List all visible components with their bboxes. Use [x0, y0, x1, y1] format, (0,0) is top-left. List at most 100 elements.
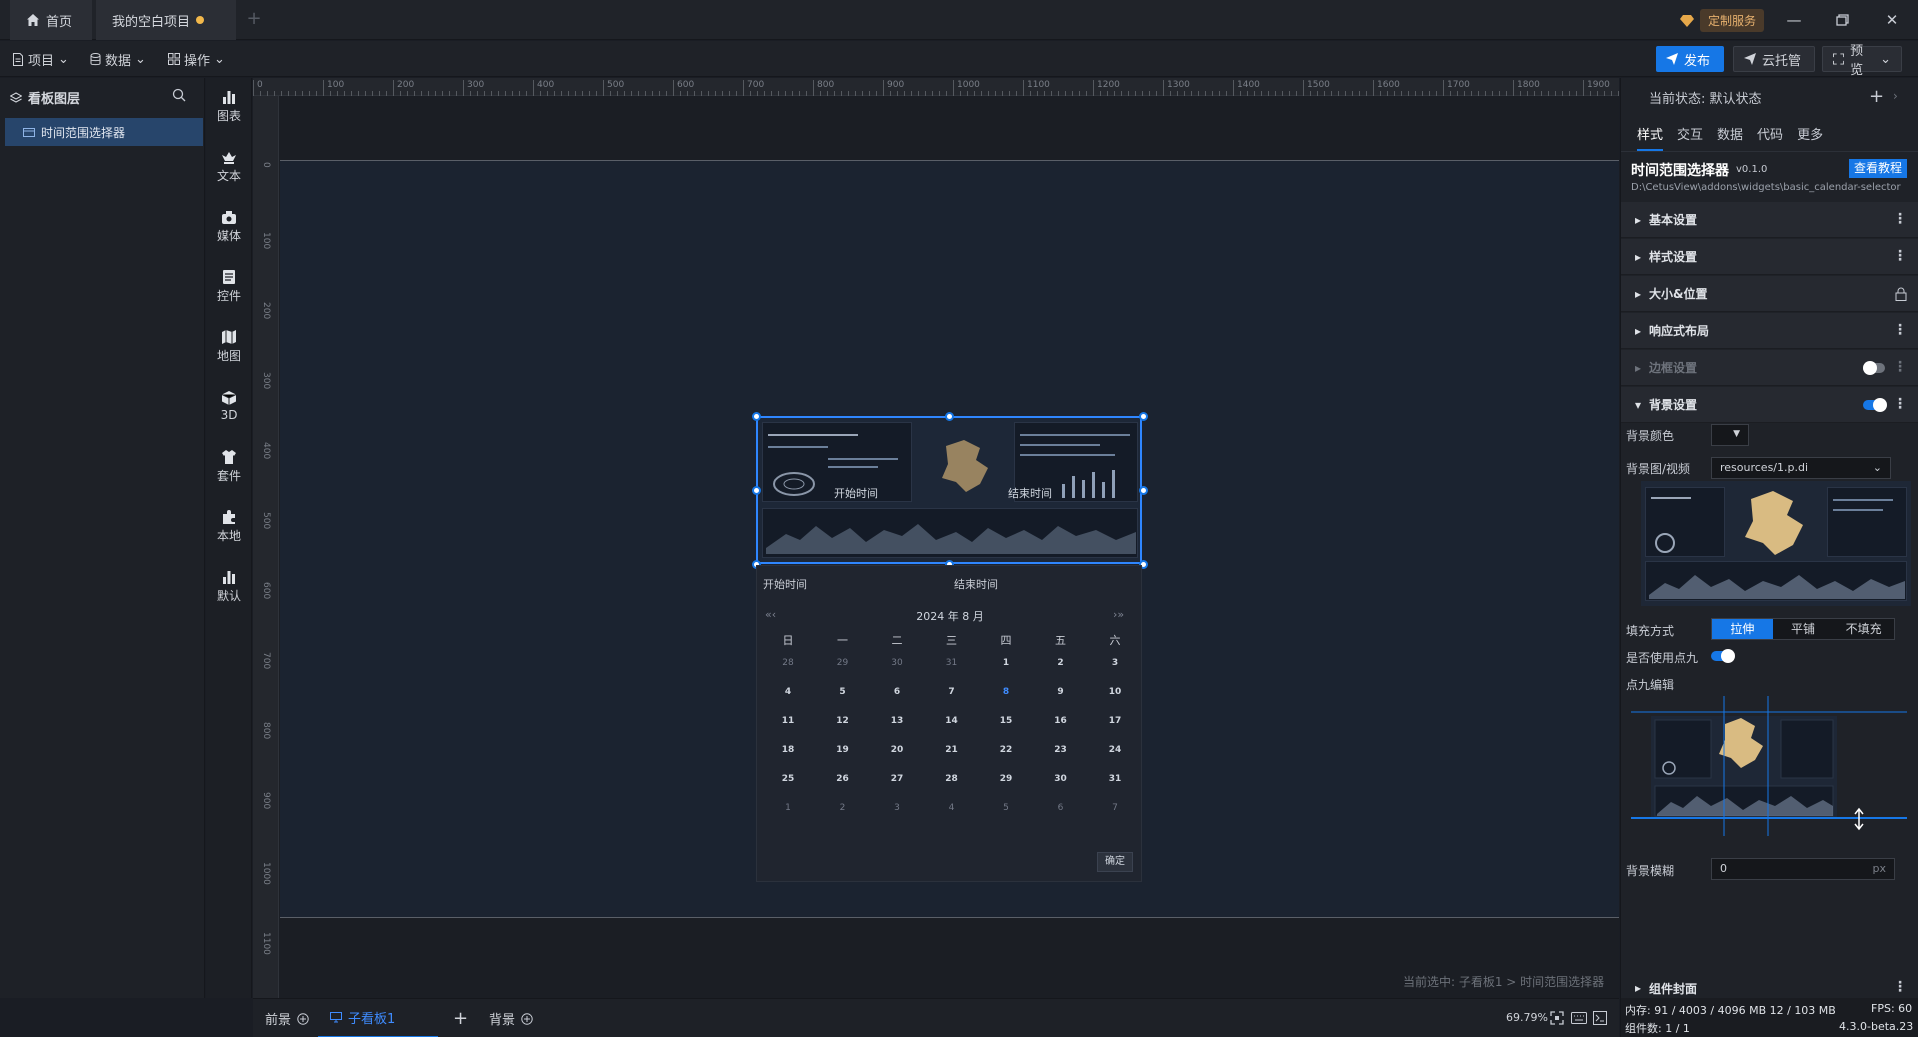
tab-background[interactable]: 背景 — [489, 999, 533, 1037]
calendar-day[interactable]: 15 — [979, 716, 1033, 726]
publish-button[interactable]: 发布 — [1656, 46, 1724, 72]
tab-code[interactable]: 代码 — [1757, 124, 1783, 143]
more-icon[interactable]: ⋮ — [1893, 249, 1907, 263]
more-icon[interactable]: ⋮ — [1893, 360, 1907, 374]
calendar-day[interactable]: 4 — [925, 803, 979, 813]
bg-image-select[interactable]: resources/1.p.di ⌄ — [1711, 457, 1891, 479]
calendar-day[interactable]: 31 — [1088, 774, 1142, 784]
calendar-day[interactable]: 22 — [979, 745, 1033, 755]
comp-3d[interactable]: 3D — [206, 378, 252, 434]
search-icon[interactable] — [172, 88, 186, 102]
lock-icon[interactable] — [1895, 287, 1907, 301]
tab-more[interactable]: 更多 — [1797, 124, 1823, 143]
fill-none-option[interactable]: 不填充 — [1833, 619, 1895, 639]
confirm-button[interactable]: 确定 — [1097, 852, 1133, 872]
tab-project[interactable]: 我的空白项目 — [96, 0, 236, 40]
bg-color-select[interactable]: ▼ — [1711, 424, 1749, 446]
fill-stretch-option[interactable]: 拉伸 — [1712, 619, 1773, 639]
resize-handle[interactable] — [752, 412, 761, 421]
calendar-day[interactable]: 3 — [870, 803, 924, 813]
section-style[interactable]: ▸ 样式设置 ⋮ — [1621, 239, 1918, 275]
calendar-day[interactable]: 25 — [761, 774, 815, 784]
calendar-day[interactable]: 1 — [761, 803, 815, 813]
resize-handle[interactable] — [752, 486, 761, 495]
section-cover[interactable]: ▸ 组件封面 ⋮ — [1621, 976, 1918, 1000]
background-toggle[interactable] — [1863, 398, 1887, 412]
calendar-day[interactable]: 16 — [1034, 716, 1088, 726]
add-circle-icon[interactable] — [521, 1012, 533, 1025]
section-size[interactable]: ▸ 大小&位置 — [1621, 276, 1918, 312]
ruler-horizontal[interactable]: 0 100 200 300 400 500 600 700 800 900 1000 1100 1200… — [253, 78, 1619, 96]
menu-project[interactable]: 项目 ⌄ — [12, 47, 69, 71]
nine-patch-editor[interactable] — [1631, 696, 1907, 846]
close-icon[interactable]: ✕ — [1880, 8, 1904, 32]
section-background[interactable]: ▾ 背景设置 ⋮ — [1621, 387, 1918, 423]
calendar-day[interactable]: 30 — [870, 658, 924, 668]
calendar-day[interactable]: 26 — [816, 774, 870, 784]
tutorial-button[interactable]: 查看教程 — [1849, 159, 1907, 178]
calendar-day[interactable]: 30 — [1034, 774, 1088, 784]
calendar-day[interactable]: 2 — [1034, 658, 1088, 668]
calendar-day[interactable]: 1 — [979, 658, 1033, 668]
terminal-icon[interactable] — [1593, 1011, 1607, 1025]
comp-text[interactable]: 文本 — [206, 138, 252, 194]
add-circle-icon[interactable] — [297, 1012, 309, 1025]
fit-screen-icon[interactable] — [1550, 1011, 1564, 1025]
add-board-button[interactable]: + — [453, 999, 468, 1037]
next-month-button[interactable]: ›» — [1113, 608, 1124, 621]
tab-child-board[interactable]: 子看板1 — [318, 999, 438, 1037]
comp-map[interactable]: 地图 — [206, 318, 252, 374]
vip-service[interactable]: 定制服务 — [1680, 9, 1765, 32]
calendar-day[interactable]: 13 — [870, 716, 924, 726]
cloud-host-button[interactable]: 云托管 — [1733, 46, 1815, 72]
keyboard-icon[interactable] — [1571, 1012, 1587, 1024]
calendar-day[interactable]: 10 — [1088, 687, 1142, 697]
calendar-day[interactable]: 20 — [870, 745, 924, 755]
comp-kit[interactable]: 套件 — [206, 438, 252, 494]
comp-control[interactable]: 控件 — [206, 258, 252, 314]
more-icon[interactable]: ⋮ — [1893, 980, 1907, 994]
comp-local[interactable]: 本地 — [206, 498, 252, 554]
canvas[interactable]: 0 100 200 300 400 500 600 700 800 900 1000 1100 1200… — [253, 78, 1619, 998]
calendar-day[interactable]: 2 — [816, 803, 870, 813]
menu-data[interactable]: 数据 ⌄ — [90, 47, 146, 71]
resize-handle[interactable] — [1139, 412, 1148, 421]
calendar-day[interactable]: 14 — [925, 716, 979, 726]
comp-default[interactable]: 默认 — [206, 558, 252, 614]
border-toggle[interactable] — [1863, 361, 1885, 375]
calendar-day[interactable]: 5 — [816, 687, 870, 697]
calendar-widget-preview[interactable]: 开始时间 结束时间 — [756, 416, 1142, 564]
calendar-day[interactable]: 12 — [816, 716, 870, 726]
section-responsive[interactable]: ▸ 响应式布局 ⋮ — [1621, 313, 1918, 349]
calendar-day[interactable]: 23 — [1034, 745, 1088, 755]
calendar-day[interactable]: 31 — [925, 658, 979, 668]
calendar-day[interactable]: 24 — [1088, 745, 1142, 755]
calendar-day[interactable]: 5 — [979, 803, 1033, 813]
calendar-day[interactable]: 4 — [761, 687, 815, 697]
tab-home[interactable]: 首页 — [10, 0, 92, 40]
calendar-day[interactable]: 28 — [761, 658, 815, 668]
resize-handle[interactable] — [1139, 486, 1148, 495]
menu-operate[interactable]: 操作 ⌄ — [168, 47, 225, 71]
calendar-day[interactable]: 29 — [979, 774, 1033, 784]
calendar-day[interactable]: 7 — [1088, 803, 1142, 813]
comp-media[interactable]: 媒体 — [206, 198, 252, 254]
calendar-day[interactable]: 6 — [1034, 803, 1088, 813]
calendar-day[interactable]: 28 — [925, 774, 979, 784]
calendar-day[interactable]: 21 — [925, 745, 979, 755]
tab-interaction[interactable]: 交互 — [1677, 124, 1703, 143]
fill-tile-option[interactable]: 平铺 — [1772, 619, 1834, 639]
section-border[interactable]: ▸ 边框设置 ⋮ — [1621, 350, 1918, 386]
zoom-level[interactable]: 69.79% — [1506, 1011, 1548, 1024]
add-state-icon[interactable]: + — [1869, 86, 1884, 107]
bg-image-preview[interactable] — [1641, 481, 1911, 606]
more-icon[interactable]: ⋮ — [1893, 323, 1907, 337]
calendar-day[interactable]: 17 — [1088, 716, 1142, 726]
comp-chart[interactable]: 图表 — [206, 78, 252, 134]
bg-blur-input[interactable]: 0 px — [1711, 858, 1895, 880]
minimize-icon[interactable]: — — [1782, 8, 1806, 32]
calendar-day[interactable]: 7 — [925, 687, 979, 697]
calendar-day[interactable]: 8 — [979, 687, 1033, 697]
resize-handle[interactable] — [945, 412, 954, 421]
add-tab-button[interactable]: + — [244, 10, 264, 30]
